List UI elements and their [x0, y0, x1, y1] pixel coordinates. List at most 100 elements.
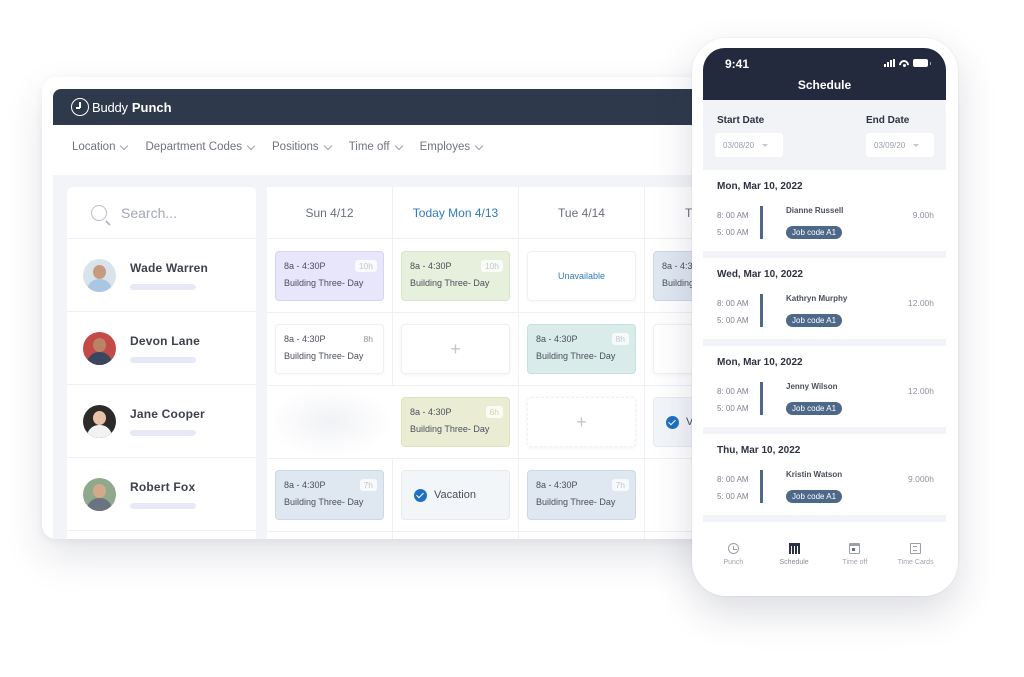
schedule-cell[interactable]: 8a - 4:30P Building Three- Day 7h	[267, 459, 393, 532]
employee-name: Devon Lane	[130, 333, 201, 348]
end-time: 5: 00 AM	[717, 492, 749, 501]
shift-card[interactable]: 8a - 4:30P Building Three- Day 7h	[527, 470, 636, 520]
filter-department-codes[interactable]: Department Codes	[145, 141, 256, 153]
avatar	[83, 331, 116, 365]
tab-schedule[interactable]: Schedule	[764, 533, 824, 583]
screen-title: Schedule	[797, 78, 852, 92]
day-column: Sun 4/12 8a - 4:30P Building Three- Day …	[267, 187, 393, 539]
avatar	[83, 477, 116, 511]
search-placeholder[interactable]: Search...	[121, 205, 177, 221]
wifi-icon	[899, 59, 909, 67]
shift-card[interactable]: 8a - 4:30P Building Three- Day 8h	[275, 324, 384, 374]
entry-date: Wed, Mar 10, 2022	[717, 269, 803, 280]
schedule-cell[interactable]: 8a - 4:30P Building Three- Day 10h	[267, 240, 393, 313]
shift-location: Building Three- Day	[284, 351, 364, 361]
schedule-cell[interactable]	[267, 386, 393, 459]
date-range: Start Date 03/08/20 End Date 03/09/20	[703, 100, 946, 170]
filter-location[interactable]: Location	[72, 141, 129, 153]
signal-icon	[884, 59, 895, 67]
calendar-icon	[849, 543, 861, 554]
entry-date: Mon, Mar 10, 2022	[717, 181, 803, 192]
schedule-cell[interactable]: 8a - 4:30P Building Three- Day 6h	[393, 386, 519, 459]
day-header[interactable]: Tue 4/14	[519, 187, 644, 239]
schedule-entry[interactable]: Mon, Mar 10, 2022 8: 00 AM 5: 00 AM Diann…	[703, 170, 946, 258]
shift-card[interactable]: 8a - 4:30P Building Three- Day 10h	[401, 251, 510, 301]
end-time: 5: 00 AM	[717, 228, 749, 237]
vacation-card[interactable]: Vacation	[401, 470, 510, 520]
tab-time-cards[interactable]: Time Cards	[886, 533, 946, 583]
job-code-badge: Job code A1	[786, 402, 843, 415]
employee-name: Robert Fox	[130, 479, 196, 494]
clock-logo-icon	[71, 98, 89, 116]
add-shift-button[interactable]: +	[527, 397, 636, 447]
filter-label: Time off	[348, 141, 390, 153]
placeholder-bar	[130, 356, 196, 363]
shift-location: Building Three- Day	[284, 497, 364, 507]
shift-card[interactable]: 8a - 4:30P Building Three- Day 8h	[527, 324, 636, 374]
schedule-cell[interactable]: +	[393, 313, 519, 386]
entry-employee: Jenny Wilson	[786, 382, 838, 391]
filter-label: Location	[72, 141, 116, 153]
check-circle-icon	[414, 488, 427, 502]
employee-row[interactable]: Robert Fox	[67, 458, 256, 531]
employee-row[interactable]: Wade Warren	[67, 239, 256, 312]
schedule-entry[interactable]: Thu, Mar 10, 2022 8: 00 AM 5: 00 AM Krist…	[703, 434, 946, 522]
schedule-cell[interactable]: 8a - 4:30P Building Three- Day 8h	[519, 313, 645, 386]
filter-time-off[interactable]: Time off	[348, 141, 403, 153]
shift-hours: 10h	[354, 260, 377, 272]
shift-card[interactable]: 8a - 4:30P Building Three- Day 7h	[275, 470, 384, 520]
shift-card[interactable]: 8a - 4:30P Building Three- Day 10h	[275, 251, 384, 301]
schedule-cell[interactable]: 8a - 4:30P Building Three- Day 10h	[393, 240, 519, 313]
schedule-cell[interactable]: 8a - 4:30P Building Three- Day 8h	[267, 313, 393, 386]
schedule-cell[interactable]: Vacation	[393, 459, 519, 532]
employee-search[interactable]: Search...	[67, 187, 256, 239]
schedule-cell[interactable]: +	[519, 386, 645, 459]
day-header-today[interactable]: Today Mon 4/13	[393, 187, 518, 239]
filter-label: Employes	[419, 141, 471, 153]
tab-punch[interactable]: Punch	[703, 533, 763, 583]
filter-label: Positions	[272, 141, 319, 153]
shift-card[interactable]: 8a - 4:30P Building Three- Day 6h	[401, 397, 510, 447]
schedule-grid: Sun 4/12 8a - 4:30P Building Three- Day …	[267, 187, 732, 539]
start-date-select[interactable]: 03/08/20	[715, 133, 783, 157]
chevron-down-icon	[474, 141, 484, 150]
brand-name-light: Buddy	[92, 99, 128, 115]
filter-positions[interactable]: Positions	[272, 141, 332, 153]
shift-location: Building Three- Day	[536, 497, 616, 507]
entry-employee: Kathryn Murphy	[786, 294, 848, 303]
employee-name: Jane Cooper	[130, 406, 205, 421]
shift-location: Building Three- Day	[536, 351, 616, 361]
mobile-app: 9:41 Schedule Start Date 03/08/20 End Da…	[692, 38, 958, 596]
chevron-down-icon	[394, 141, 403, 150]
shift-hours: 8h	[359, 333, 377, 345]
entry-hours: 12.00h	[908, 298, 934, 308]
tab-label: Time off	[842, 559, 868, 566]
add-shift-button[interactable]: +	[401, 324, 510, 374]
end-date-select[interactable]: 03/09/20	[866, 133, 934, 157]
entry-date: Thu, Mar 10, 2022	[717, 445, 801, 456]
schedule-cell[interactable]: Unavailable	[519, 240, 645, 313]
day-header[interactable]: Sun 4/12	[267, 187, 392, 239]
employee-row[interactable]: Jane Cooper	[67, 385, 256, 458]
buddy-punch-logo[interactable]: Buddy Punch	[71, 98, 172, 116]
shift-location: Building Three- Day	[284, 278, 364, 288]
unavailable-label: Unavailable	[557, 271, 606, 281]
start-time: 8: 00 AM	[717, 211, 749, 220]
schedule-cell[interactable]: 8a - 4:30P Building Three- Day 7h	[519, 459, 645, 532]
start-date-label: Start Date	[717, 115, 765, 126]
shift-hours: 7h	[359, 479, 377, 491]
tab-time-off[interactable]: Time off	[825, 533, 885, 583]
day-column: Tue 4/14 Unavailable 8a - 4:30P Building…	[519, 187, 645, 539]
employee-row[interactable]: Devon Lane	[67, 312, 256, 385]
shift-location: Building Three- Day	[410, 424, 490, 434]
timeline-bar	[760, 294, 763, 327]
start-time: 8: 00 AM	[717, 299, 749, 308]
day-column-today: Today Mon 4/13 8a - 4:30P Building Three…	[393, 187, 519, 539]
filter-employes[interactable]: Employes	[419, 141, 484, 153]
clock-icon	[727, 543, 739, 554]
schedule-entry[interactable]: Wed, Mar 10, 2022 8: 00 AM 5: 00 AM Kathr…	[703, 258, 946, 346]
tab-label: Time Cards	[897, 559, 934, 566]
unavailable-card[interactable]: Unavailable	[527, 251, 636, 301]
schedule-entry[interactable]: Mon, Mar 10, 2022 8: 00 AM 5: 00 AM Jenny…	[703, 346, 946, 434]
avatar	[83, 404, 116, 438]
